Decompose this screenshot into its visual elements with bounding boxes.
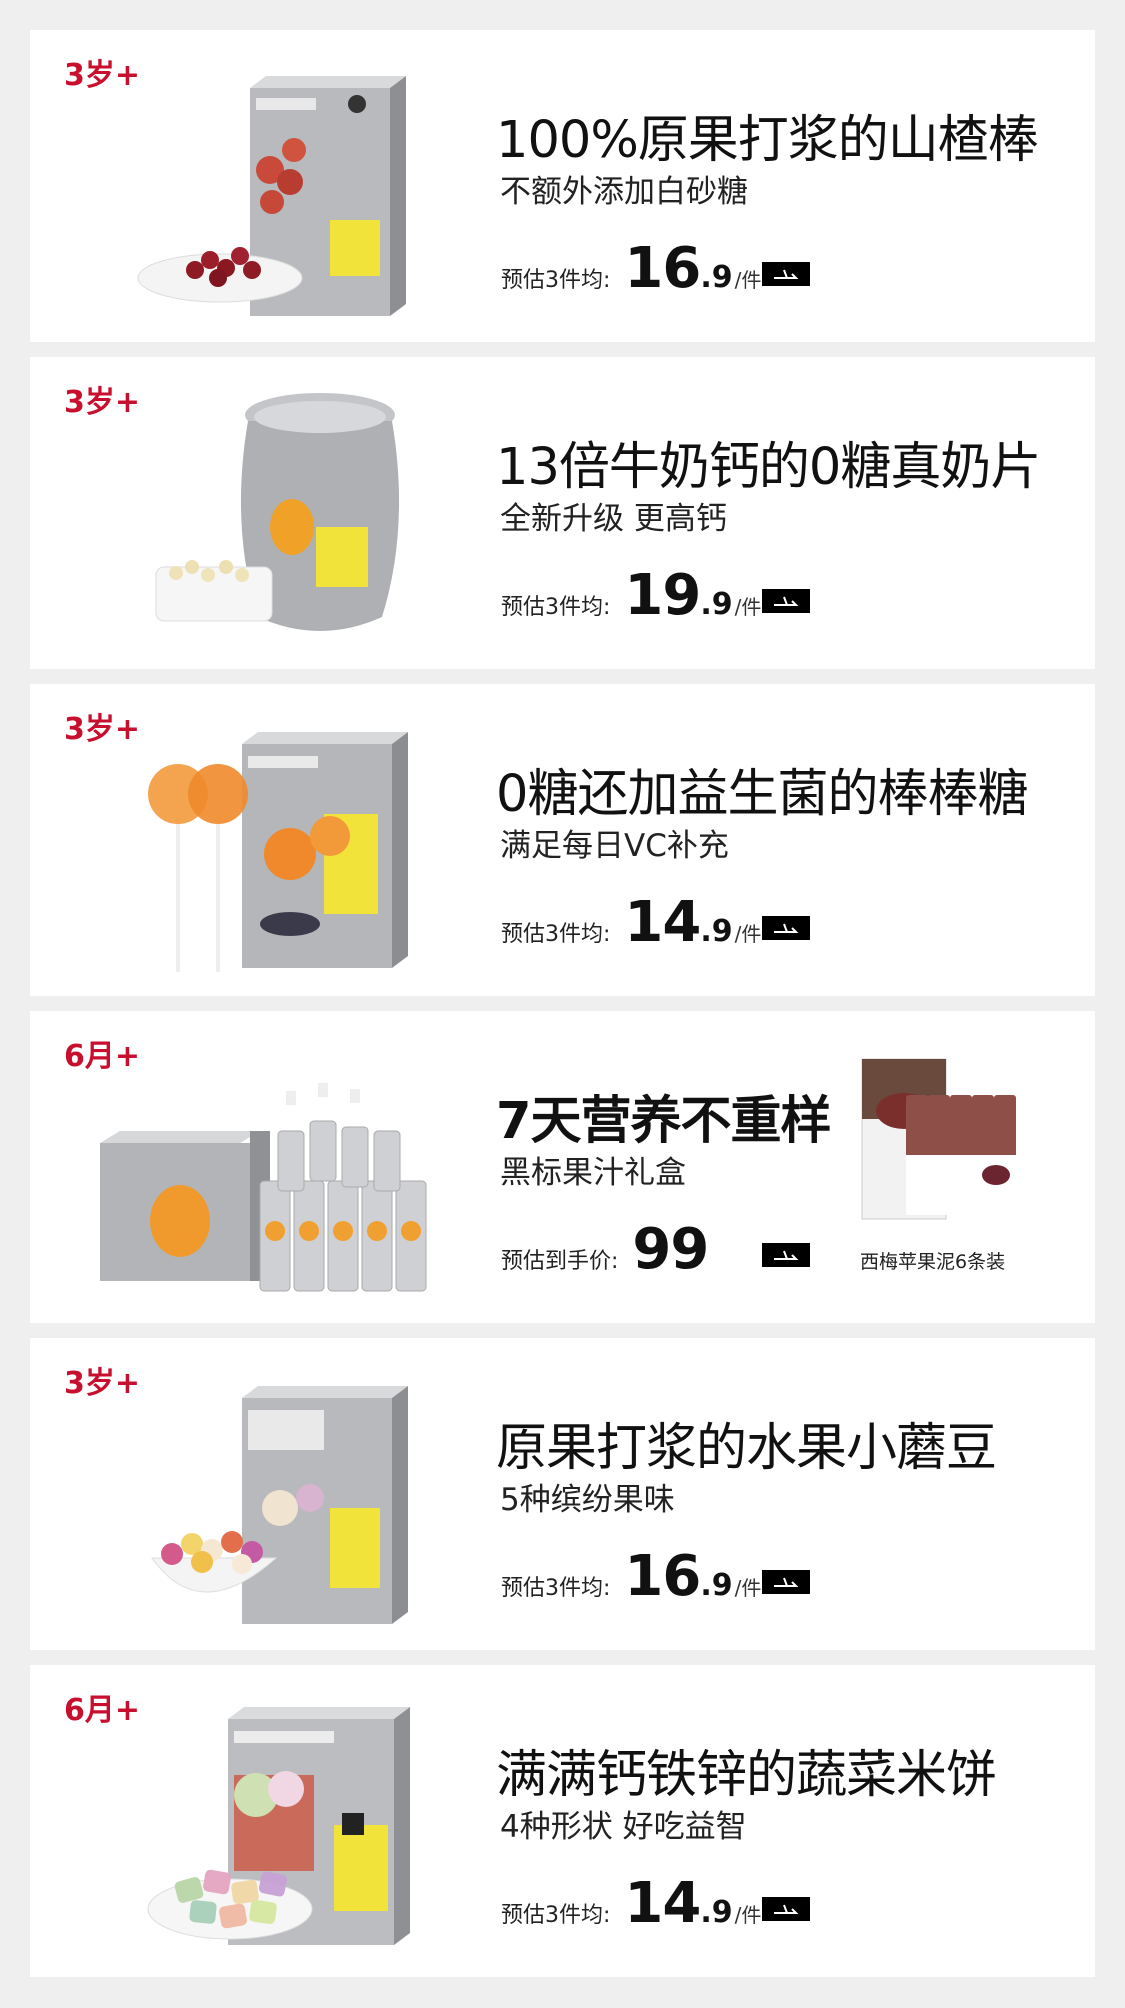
price-row: 预估3件均: 14 .9 /件 — [501, 890, 761, 960]
price-decimal: .9 — [700, 587, 733, 622]
product-card[interactable]: 3岁+ 原果打浆的水果小蘑豆 5种缤纷果味 预估3件均: 16 .9 /件 — [30, 1338, 1095, 1650]
product-image[interactable] — [80, 1358, 480, 1638]
price-integer: 99 — [632, 1217, 709, 1282]
product-title: 100%原果打浆的山楂棒 — [496, 111, 1039, 170]
price-label: 预估3件均: — [501, 268, 611, 293]
price-label: 预估3件均: — [501, 922, 611, 947]
price-decimal: .9 — [700, 260, 733, 295]
price-row: 预估3件均: 19 .9 /件 — [501, 563, 761, 633]
price-integer: 19 — [624, 563, 701, 628]
buy-button[interactable] — [762, 262, 810, 286]
gift-product-image[interactable] — [856, 1055, 1028, 1233]
price-label: 预估到手价: — [501, 1249, 619, 1274]
buy-arrow-icon — [774, 269, 799, 279]
product-title: 原果打浆的水果小蘑豆 — [496, 1419, 997, 1478]
product-subtitle: 满足每日VC补充 — [500, 828, 729, 864]
product-subtitle: 不额外添加白砂糖 — [500, 174, 748, 210]
price-label: 预估3件均: — [501, 1576, 611, 1601]
price-integer: 16 — [624, 1544, 701, 1609]
product-title: 满满钙铁锌的蔬菜米饼 — [496, 1746, 997, 1805]
price-unit: /件 — [734, 1903, 762, 1927]
product-image[interactable] — [60, 1031, 480, 1311]
product-card[interactable]: 3岁+ 0糖还加益生菌的棒棒糖 满足每日VC补充 预估3件均: 14 .9 /件 — [30, 684, 1095, 996]
price-decimal: .9 — [700, 1895, 733, 1930]
product-subtitle: 黑标果汁礼盒 — [500, 1155, 686, 1191]
price-decimal: .9 — [700, 1568, 733, 1603]
product-image[interactable] — [80, 704, 480, 984]
price-row: 预估3件均: 16 .9 /件 — [501, 236, 761, 306]
price-row: 预估3件均: 14 .9 /件 — [501, 1871, 761, 1941]
price-integer: 16 — [624, 236, 701, 301]
buy-button[interactable] — [762, 1897, 810, 1921]
product-image[interactable] — [80, 1685, 480, 1965]
gift-label: 西梅苹果泥6条装 — [860, 1251, 1006, 1273]
buy-button[interactable] — [762, 916, 810, 940]
product-card[interactable]: 6月+ 7天营养不重样 黑标果汁礼盒 预估到手价: 99 西梅苹果泥6条装 — [30, 1011, 1095, 1323]
buy-arrow-icon — [774, 596, 799, 606]
product-subtitle: 全新升级 更高钙 — [500, 501, 727, 537]
buy-arrow-icon — [774, 923, 799, 933]
price-row: 预估3件均: 16 .9 /件 — [501, 1544, 761, 1614]
buy-arrow-icon — [774, 1577, 799, 1587]
price-unit: /件 — [734, 595, 762, 619]
price-integer: 14 — [624, 890, 701, 955]
price-row: 预估到手价: 99 — [501, 1217, 710, 1287]
buy-button[interactable] — [762, 1243, 810, 1267]
product-card[interactable]: 6月+ 满满钙铁锌的蔬菜米饼 4种形状 好吃益智 预估3件均: 14 .9 /件 — [30, 1665, 1095, 1977]
price-decimal: .9 — [700, 914, 733, 949]
buy-arrow-icon — [774, 1250, 799, 1260]
product-title: 0糖还加益生菌的棒棒糖 — [496, 765, 1028, 824]
buy-button[interactable] — [762, 1570, 810, 1594]
product-card[interactable]: 3岁+ 100%原果打浆的山楂棒 不额外添加白砂糖 预估3件均: 16 .9 /… — [30, 30, 1095, 342]
product-title: 13倍牛奶钙的0糖真奶片 — [496, 438, 1041, 497]
price-unit: /件 — [734, 922, 762, 946]
product-subtitle: 4种形状 好吃益智 — [500, 1809, 747, 1845]
price-label: 预估3件均: — [501, 1903, 611, 1928]
buy-button[interactable] — [762, 589, 810, 613]
product-subtitle: 5种缤纷果味 — [500, 1482, 675, 1518]
price-label: 预估3件均: — [501, 595, 611, 620]
price-unit: /件 — [734, 268, 762, 292]
product-image[interactable] — [80, 377, 480, 657]
buy-arrow-icon — [774, 1904, 799, 1914]
product-image[interactable] — [80, 50, 480, 330]
product-title: 7天营养不重样 — [496, 1092, 831, 1151]
price-unit: /件 — [734, 1576, 762, 1600]
product-card[interactable]: 3岁+ 13倍牛奶钙的0糖真奶片 全新升级 更高钙 预估3件均: 19 .9 /… — [30, 357, 1095, 669]
price-integer: 14 — [624, 1871, 701, 1936]
